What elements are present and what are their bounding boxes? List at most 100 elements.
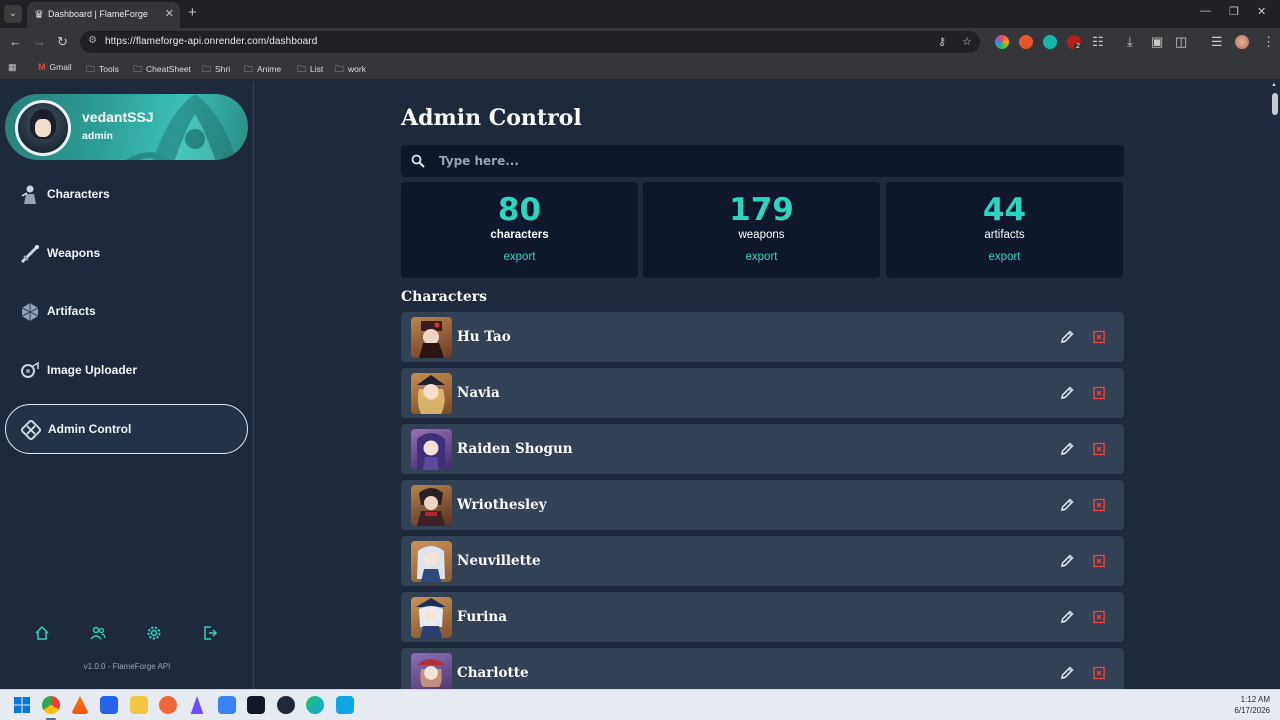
extension-c-icon[interactable] [1043,35,1057,49]
delete-icon[interactable] [1091,609,1107,625]
file-explorer-icon[interactable] [130,696,148,714]
forward-icon[interactable]: → [33,34,46,49]
notepad-icon[interactable] [336,696,354,714]
sidepanel-icon[interactable]: ◫ [1175,34,1187,50]
media-icon[interactable]: ☰ [1211,34,1223,50]
delete-icon[interactable] [1091,553,1107,569]
delete-icon[interactable] [1091,441,1107,457]
sidebar-item-artifacts[interactable]: Artifacts [5,287,248,337]
delete-icon[interactable] [1091,329,1107,345]
home-icon[interactable] [34,625,50,641]
proton-icon[interactable] [190,696,204,714]
gmail-icon: M [38,62,46,72]
bookmark-cheatsheet[interactable]: 🗀 CheatSheet [133,62,191,78]
list-item[interactable]: Hu Tao [401,312,1124,362]
sidebar-item-image-uploader[interactable]: Image Uploader [5,346,248,396]
tab-close-icon[interactable]: ✕ [165,7,174,20]
scrollbar-thumb[interactable] [1272,93,1278,115]
bookmark-list[interactable]: 🗀 List [297,62,323,78]
search-input[interactable] [439,145,1109,177]
screenshot-icon[interactable]: ▣ [1151,34,1163,50]
bookmarks-bar: ▦ M Gmail 🗀 Tools 🗀 CheatSheet 🗀 Shri 🗀 Anime… [0,56,1280,80]
bookmark-gmail[interactable]: M Gmail [38,62,72,72]
os-taskbar: 1:12 AM 6/17/2026 [0,689,1280,720]
edge-icon[interactable] [306,696,324,714]
admin-control-icon [20,419,42,441]
bookmark-work[interactable]: 🗀 work [335,62,366,78]
profile-avatar-icon[interactable] [1235,35,1249,49]
delete-icon[interactable] [1091,497,1107,513]
delete-icon[interactable] [1091,385,1107,401]
stat-count: 80 [497,192,542,228]
extension-color-icon[interactable] [995,35,1009,49]
system-clock[interactable]: 1:12 AM 6/17/2026 [1234,694,1270,716]
folder-icon: 🗀 [335,64,345,74]
edit-icon[interactable] [1059,497,1075,513]
edit-icon[interactable] [1059,609,1075,625]
address-bar[interactable]: ⚙ https://flameforge-api.onrender.com/da… [80,31,980,53]
apps-grid-icon[interactable]: ▦ [8,62,21,73]
app-root: vedantSSJ admin Characters Weapons Artif… [0,81,1280,689]
url-text[interactable]: https://flameforge-api.onrender.com/dash… [105,36,317,47]
minimize-icon[interactable]: — [1200,5,1211,17]
export-weapons-link[interactable]: export [643,251,880,263]
vscode-icon[interactable] [100,696,118,714]
bookmark-star-icon[interactable]: ☆ [962,35,972,48]
vlc-icon[interactable] [71,696,89,714]
dev-tool-icon[interactable] [218,696,236,714]
bookmark-shri[interactable]: 🗀 Shri [202,62,230,78]
list-item[interactable]: Wriothesley [401,480,1124,530]
export-artifacts-link[interactable]: export [886,251,1123,263]
list-item[interactable]: Navia [401,368,1124,418]
settings-icon[interactable] [146,625,162,641]
search-bar[interactable] [401,145,1124,177]
list-item[interactable]: Furina [401,592,1124,642]
site-info-icon[interactable]: ⚙ [88,35,97,46]
browser-menu-icon[interactable]: ⋮ [1262,34,1275,50]
password-key-icon[interactable]: ⚷ [938,35,946,48]
users-icon[interactable] [90,625,106,641]
flameforge-favicon-icon: ♛ [34,9,44,21]
edit-icon[interactable] [1059,329,1075,345]
postman-icon[interactable] [159,696,177,714]
browser-tab[interactable]: ♛ Dashboard | FlameForge ✕ [27,2,180,28]
sidebar-item-label: Artifacts [47,304,96,318]
list-item[interactable]: Raiden Shogun [401,424,1124,474]
windows-start-icon[interactable] [13,696,31,714]
list-item[interactable]: Charlotte [401,648,1124,689]
extension-fox-icon[interactable] [1019,35,1033,49]
export-characters-link[interactable]: export [401,251,638,263]
extensions-puzzle-icon[interactable]: ☷ [1092,34,1104,50]
logout-icon[interactable] [202,625,218,641]
edit-icon[interactable] [1059,553,1075,569]
clock-time: 1:12 AM [1240,695,1270,704]
back-icon[interactable]: ← [9,34,22,49]
window-close-icon[interactable]: ✕ [1257,5,1266,18]
edit-icon[interactable] [1059,665,1075,681]
restore-icon[interactable]: ❐ [1229,5,1239,18]
tab-title: Dashboard | FlameForge [48,9,148,19]
reload-icon[interactable]: ↻ [57,34,68,50]
delete-icon[interactable] [1091,665,1107,681]
chrome-icon[interactable] [42,696,60,714]
bookmark-anime[interactable]: 🗀 Anime [244,62,281,78]
webstorm-icon[interactable] [247,696,265,714]
folder-icon: 🗀 [297,64,307,74]
edit-icon[interactable] [1059,385,1075,401]
sidebar-item-characters[interactable]: Characters [5,170,248,220]
sidebar-item-label: Weapons [47,246,101,260]
scroll-up-icon[interactable]: ▲ [1271,82,1277,88]
character-thumbnail [411,485,452,526]
sidebar-item-weapons[interactable]: Weapons [5,229,248,279]
tab-search-button[interactable]: ⌄ [4,5,22,23]
downloads-icon[interactable]: ⤓ [1127,34,1133,50]
new-tab-button[interactable]: + [188,4,197,21]
profile-card[interactable]: vedantSSJ admin [5,94,248,160]
page-scrollbar[interactable]: ▲ [1270,81,1280,689]
edit-icon[interactable] [1059,441,1075,457]
github-desktop-icon[interactable] [277,696,295,714]
list-item[interactable]: Neuvillette [401,536,1124,586]
character-thumbnail [411,317,452,358]
sidebar-item-admin-control[interactable]: Admin Control [5,404,248,454]
bookmark-tools[interactable]: 🗀 Tools [86,62,119,78]
